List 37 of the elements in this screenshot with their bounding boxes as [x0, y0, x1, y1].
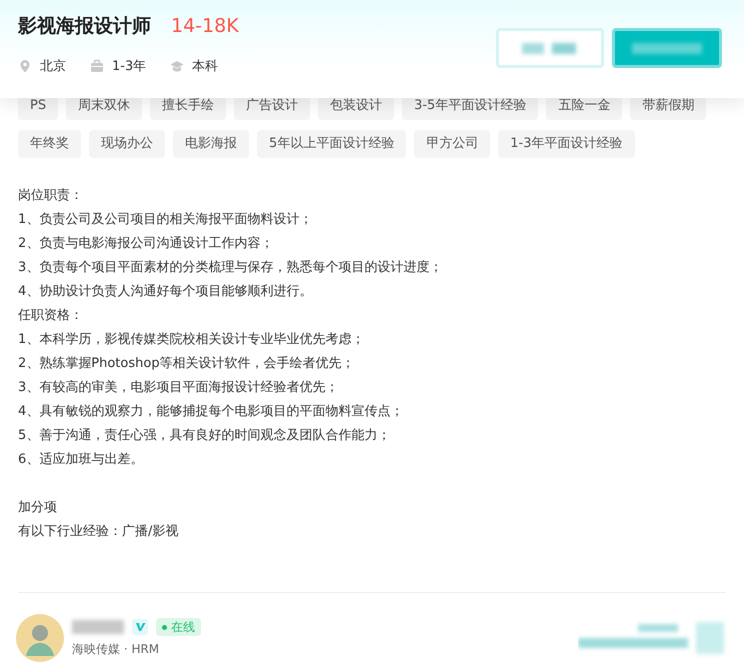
tag: 电影海报 — [173, 130, 249, 158]
avatar[interactable] — [16, 614, 64, 662]
blurred-label — [522, 41, 578, 55]
description-line: 岗位职责： — [18, 187, 84, 205]
description-line: 2、负责与电影海报公司沟通设计工作内容； — [18, 235, 274, 253]
description-line: 1、本科学历，影视传媒类院校相关设计专业毕业优先考虑； — [18, 331, 366, 349]
tag: 现场办公 — [89, 130, 165, 158]
description-line: 任职资格： — [18, 307, 84, 325]
description-line: 3、负责每个项目平面素材的分类梳理与保存，熟悉每个项目的设计进度； — [18, 259, 444, 277]
online-badge: 在线 — [156, 618, 201, 636]
location-pin-icon — [18, 59, 32, 74]
tag: 1-3年平面设计经验 — [498, 130, 635, 158]
description-line: 有以下行业经验：广播/影视 — [18, 523, 180, 541]
recruiter-company: 海映传媒 · HRM — [72, 641, 160, 658]
job-title: 影视海报设计师 — [18, 14, 151, 39]
blurred-name — [72, 620, 124, 634]
status-dot-icon — [162, 624, 167, 630]
tag: 年终奖 — [18, 130, 81, 158]
description-line: 4、协助设计负责人沟通好每个项目能够顺利进行。 — [18, 283, 314, 301]
blurred-label — [632, 41, 702, 55]
description-line: 5、善于沟通，责任心强，具有良好的时间观念及团队合作能力； — [18, 427, 392, 445]
description-line: 加分项 — [18, 499, 58, 517]
apply-button[interactable] — [612, 28, 722, 68]
meta-text: 本科 — [192, 58, 218, 76]
briefcase-icon — [90, 59, 104, 74]
description-line: 6、适应加班与出差。 — [18, 451, 144, 469]
salary: 14-18K — [171, 14, 239, 39]
graduation-cap-icon — [170, 59, 184, 74]
meta-text: 北京 — [40, 58, 66, 76]
meta-text: 1-3年 — [112, 58, 146, 76]
description-line: 1、负责公司及公司项目的相关海报平面物料设计； — [18, 211, 314, 229]
description-line: 3、有较高的审美，电影项目平面海报设计经验者优先； — [18, 379, 340, 397]
interest-button[interactable] — [496, 28, 604, 68]
tag: 5年以上平面设计经验 — [257, 130, 406, 158]
description-line: 2、熟练掌握Photoshop等相关设计软件，会手绘者优先； — [18, 355, 356, 373]
description-line: 4、具有敏锐的观察力，能够捕捉每个电影项目的平面物料宣传点； — [18, 403, 404, 421]
tag: 甲方公司 — [414, 130, 490, 158]
